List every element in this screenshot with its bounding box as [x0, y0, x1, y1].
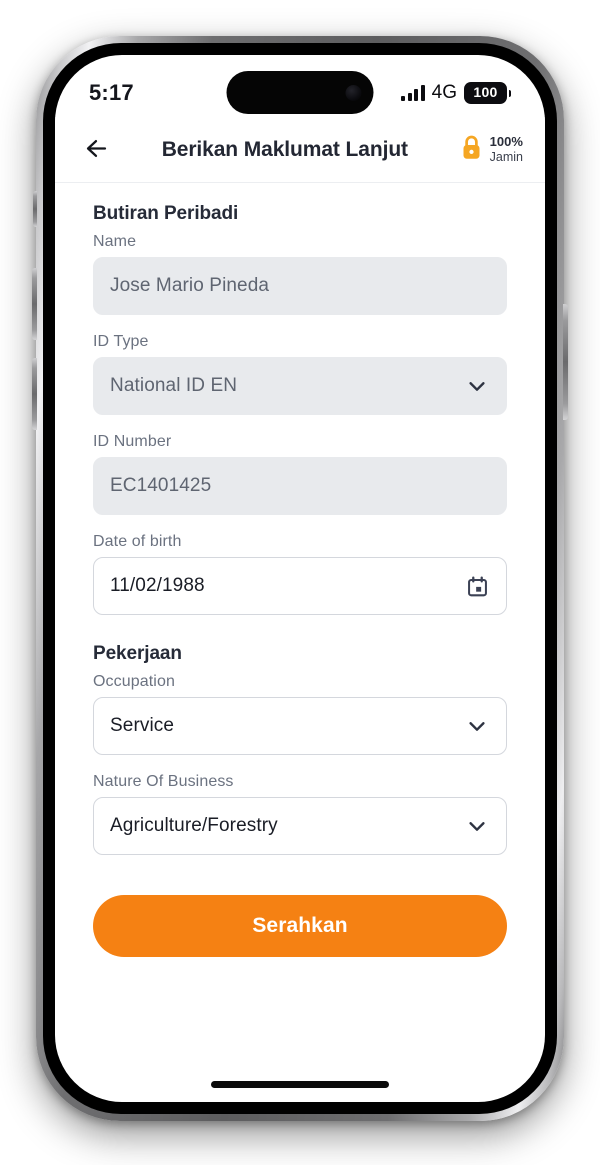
field-group-date-of-birth: Date of birth 11/02/1988 — [93, 533, 507, 615]
lock-closed-icon — [459, 134, 484, 166]
calendar-icon[interactable] — [464, 573, 490, 599]
submit-button[interactable]: Serahkan — [93, 895, 507, 957]
status-bar-time: 5:17 — [89, 80, 134, 105]
secure-guarantee-badge: 100% Jamin — [459, 134, 523, 166]
field-group-name: Name Jose Mario Pineda — [93, 233, 507, 315]
dynamic-island — [226, 71, 374, 114]
id-number-field: EC1401425 — [93, 457, 507, 515]
app-header: Berikan Maklumat Lanjut 100% Jamin — [55, 117, 545, 183]
field-group-id-type: ID Type National ID EN — [93, 333, 507, 415]
chevron-down-icon — [464, 373, 490, 399]
date-of-birth-value: 11/02/1988 — [110, 575, 205, 596]
silent-switch-button[interactable] — [33, 191, 37, 227]
field-label-id-number: ID Number — [93, 433, 172, 450]
nature-of-business-dropdown[interactable]: Agriculture/Forestry — [93, 797, 507, 855]
battery-full-icon: 100 — [464, 82, 511, 104]
volume-down-button[interactable] — [32, 358, 37, 430]
page-title: Berikan Maklumat Lanjut — [161, 137, 408, 161]
chevron-down-icon — [464, 813, 490, 839]
field-group-id-number: ID Number EC1401425 — [93, 433, 507, 515]
name-field-value: Jose Mario Pineda — [110, 275, 270, 296]
section-title-employment: Pekerjaan — [93, 643, 182, 664]
field-label-occupation: Occupation — [93, 673, 175, 690]
field-label-name: Name — [93, 233, 137, 250]
field-label-nature-of-business: Nature Of Business — [93, 773, 234, 790]
front-camera-icon — [345, 84, 362, 101]
phone-device-frame: 5:17 4G 100 Berikan Maklumat Lanjut 100%… — [32, 36, 568, 1121]
id-type-value: National ID EN — [110, 375, 238, 396]
status-bar-indicators: 4G 100 — [401, 82, 511, 104]
field-label-id-type: ID Type — [93, 333, 149, 350]
signal-bars-icon — [401, 85, 425, 101]
chevron-down-icon — [464, 713, 490, 739]
submit-area: Serahkan — [55, 873, 545, 957]
field-group-nature-of-business: Nature Of Business Agriculture/Forestry — [93, 773, 507, 855]
occupation-dropdown[interactable]: Service — [93, 697, 507, 755]
section-title-personal: Butiran Peribadi — [93, 203, 239, 224]
employment-section: Pekerjaan Occupation Service Nature Of B… — [93, 643, 507, 855]
id-number-value: EC1401425 — [110, 475, 212, 496]
form-body: Butiran Peribadi Name Jose Mario Pineda … — [55, 183, 545, 855]
secure-guarantee-label: Jamin — [489, 149, 523, 164]
battery-level-label: 100 — [473, 84, 498, 100]
field-label-date-of-birth: Date of birth — [93, 533, 182, 550]
personal-details-section: Butiran Peribadi Name Jose Mario Pineda … — [93, 203, 507, 615]
status-bar: 5:17 4G 100 — [55, 55, 545, 117]
id-type-dropdown[interactable]: National ID EN — [93, 357, 507, 415]
power-button[interactable] — [563, 304, 568, 420]
volume-up-button[interactable] — [32, 268, 37, 340]
date-of-birth-field[interactable]: 11/02/1988 — [93, 557, 507, 615]
phone-bezel: 5:17 4G 100 Berikan Maklumat Lanjut 100%… — [43, 43, 557, 1114]
arrow-left-icon — [83, 135, 110, 165]
phone-screen: 5:17 4G 100 Berikan Maklumat Lanjut 100%… — [55, 55, 545, 1102]
field-group-occupation: Occupation Service — [93, 673, 507, 755]
network-type-label: 4G — [431, 82, 457, 103]
home-indicator[interactable] — [211, 1081, 389, 1088]
occupation-value: Service — [110, 715, 175, 736]
name-field: Jose Mario Pineda — [93, 257, 507, 315]
secure-percent-label: 100% — [489, 134, 523, 150]
nature-of-business-value: Agriculture/Forestry — [110, 815, 278, 836]
